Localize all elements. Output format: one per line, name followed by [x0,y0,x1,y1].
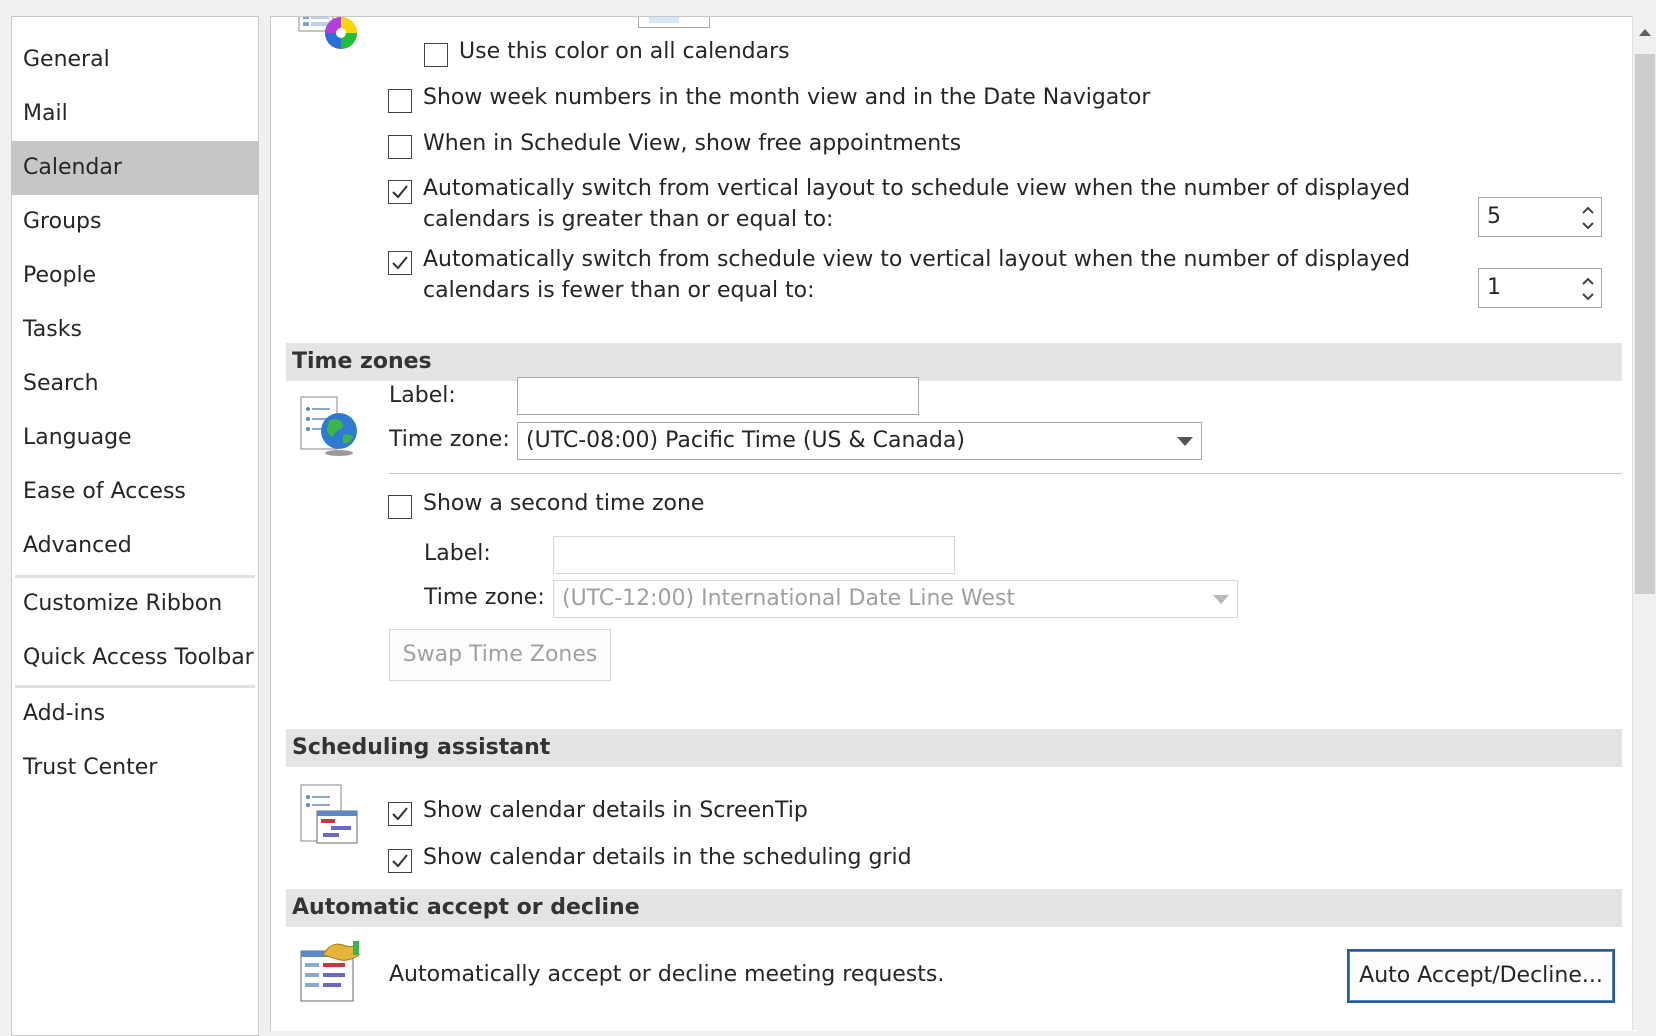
switch-to-vertical-label-line2: calendars is fewer than or equal to: [423,278,815,303]
spin-up-icon[interactable] [1581,275,1595,289]
second-label-caption: Label: [424,541,491,566]
time-zone-caption: Time zone: [389,427,510,452]
divider [389,473,1622,474]
use-color-all-label: Use this color on all calendars [459,39,790,64]
sidebar-item-add-ins[interactable]: Add-ins [12,687,258,741]
auto-accept-icon [297,941,361,1005]
spinner-value: 5 [1487,204,1501,229]
spin-down-icon[interactable] [1581,218,1595,232]
switch-to-schedule-label-line1: Automatically switch from vertical layou… [423,176,1411,201]
time-zone-select[interactable]: (UTC-08:00) Pacific Time (US & Canada) [517,422,1202,460]
auto-accept-description: Automatically accept or decline meeting … [389,962,945,987]
checkmark-icon [392,185,408,199]
spinner-value: 1 [1487,275,1501,300]
second-label-input[interactable] [553,536,955,574]
switch-to-schedule-spinner[interactable]: 5 [1478,197,1602,237]
week-numbers-label: Show week numbers in the month view and … [423,85,1151,110]
checkmark-icon [392,256,408,270]
sidebar-item-mail[interactable]: Mail [12,87,258,141]
sidebar-item-language[interactable]: Language [12,411,258,465]
sidebar-item-advanced[interactable]: Advanced [12,519,258,573]
auto-accept-header: Automatic accept or decline [286,889,1622,927]
scroll-up-icon[interactable] [1638,26,1652,38]
sidebar-item-calendar[interactable]: Calendar [12,141,258,195]
switch-to-vertical-spinner[interactable]: 1 [1478,268,1602,308]
calendar-color-icon [297,17,359,51]
switch-to-vertical-checkbox[interactable] [388,251,412,275]
scheduling-assistant-icon [297,783,361,847]
switch-to-schedule-label-line2: calendars is greater than or equal to: [423,207,834,232]
sidebar-item-customize-ribbon[interactable]: Customize Ribbon [12,577,258,631]
calendar-options-panel: Use this color on all calendars Show wee… [270,16,1637,1031]
checkmark-icon [392,854,408,868]
free-appointments-label: When in Schedule View, show free appoint… [423,131,962,156]
sidebar-item-quick-access-toolbar[interactable]: Quick Access Toolbar [12,631,258,685]
scheduling-assistant-header: Scheduling assistant [286,729,1622,767]
color-swatch [649,17,679,23]
swap-time-zones-button[interactable]: Swap Time Zones [389,629,611,681]
sidebar-item-trust-center[interactable]: Trust Center [12,741,258,795]
default-calendar-color-picker[interactable] [638,17,710,28]
second-time-zone-checkbox[interactable] [388,495,412,519]
screentip-label: Show calendar details in ScreenTip [423,798,808,823]
sidebar-item-tasks[interactable]: Tasks [12,303,258,357]
spin-down-icon[interactable] [1581,289,1595,303]
second-time-zone-select-value: (UTC-12:00) International Date Line West [562,586,1016,611]
time-zone-label-input[interactable] [517,377,919,415]
scheduling-grid-checkbox[interactable] [388,849,412,873]
sidebar-item-ease-of-access[interactable]: Ease of Access [12,465,258,519]
options-sidebar: General Mail Calendar Groups People Task… [11,16,259,1036]
second-zone-caption: Time zone: [424,585,545,610]
week-numbers-checkbox[interactable] [388,89,412,113]
second-time-zone-label: Show a second time zone [423,491,705,516]
sidebar-item-general[interactable]: General [12,33,258,87]
sidebar-item-groups[interactable]: Groups [12,195,258,249]
vertical-scrollbar[interactable] [1632,16,1656,1030]
auto-accept-decline-button[interactable]: Auto Accept/Decline... [1347,949,1615,1003]
second-time-zone-select[interactable]: (UTC-12:00) International Date Line West [553,580,1238,618]
scheduling-grid-label: Show calendar details in the scheduling … [423,845,912,870]
scroll-thumb[interactable] [1635,54,1655,594]
time-zone-select-value: (UTC-08:00) Pacific Time (US & Canada) [526,428,965,453]
sidebar-item-search[interactable]: Search [12,357,258,411]
free-appointments-checkbox[interactable] [388,135,412,159]
time-zone-globe-icon [297,395,361,459]
chevron-down-icon [1213,595,1229,604]
use-color-all-checkbox[interactable] [424,43,448,67]
time-zones-header: Time zones [286,343,1622,381]
chevron-down-icon [1177,437,1193,446]
spin-up-icon[interactable] [1581,204,1595,218]
time-zone-label-caption: Label: [389,383,456,408]
switch-to-vertical-label-line1: Automatically switch from schedule view … [423,247,1411,272]
sidebar-item-people[interactable]: People [12,249,258,303]
switch-to-schedule-checkbox[interactable] [388,180,412,204]
checkmark-icon [392,807,408,821]
screentip-checkbox[interactable] [388,802,412,826]
